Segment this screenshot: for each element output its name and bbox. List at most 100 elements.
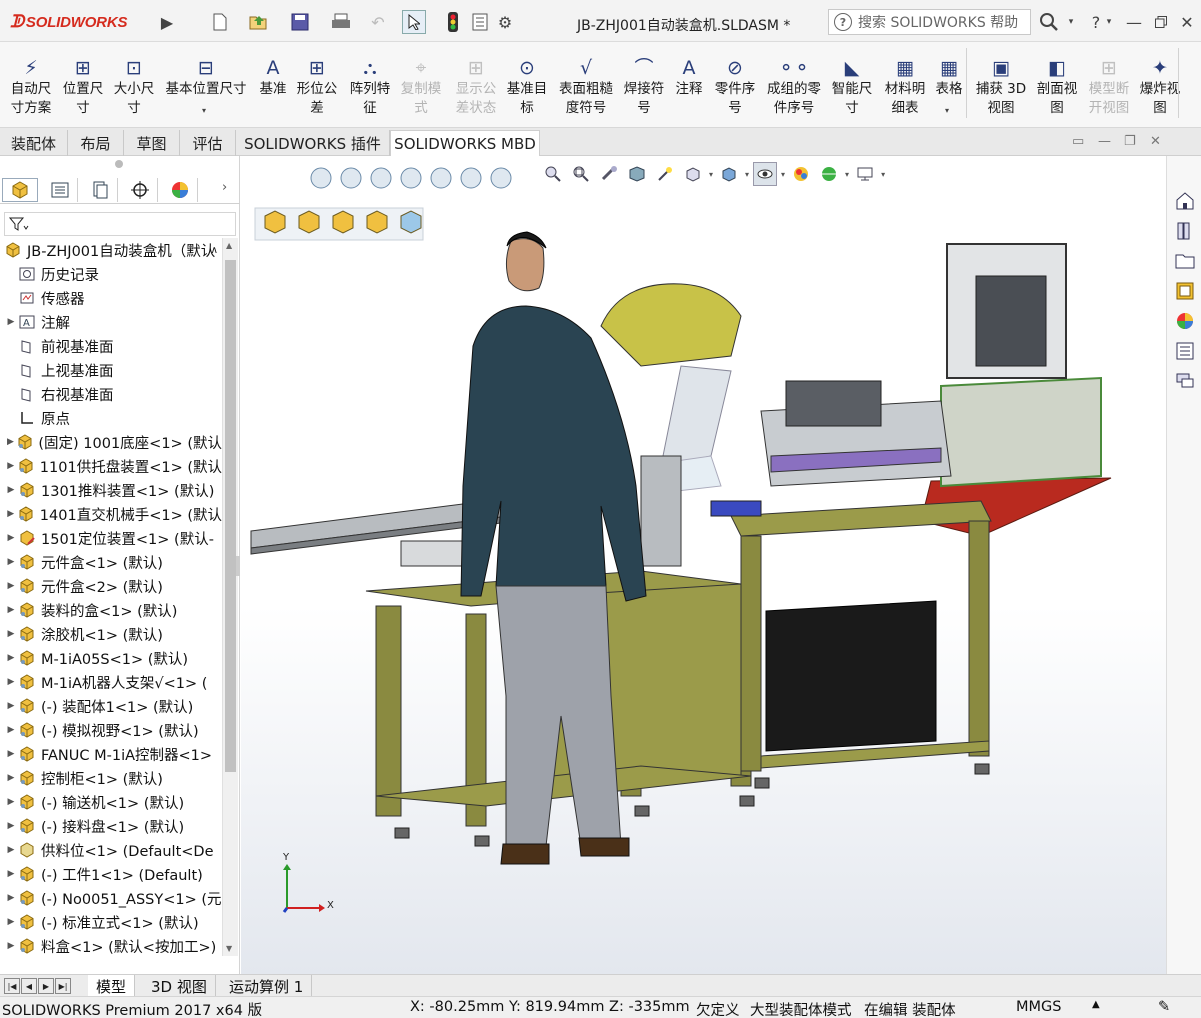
toolbar-dropdown-icon[interactable]: ▾ (202, 106, 206, 115)
tab-3d-view[interactable]: 3D 视图 (143, 975, 216, 997)
tree-item[interactable]: ▶ 1301推料装置<1> (默认) (0, 478, 222, 502)
tree-item[interactable]: ▶ 1501定位装置<1> (默认- (0, 526, 222, 550)
expand-arrow-icon[interactable]: ▶ (4, 749, 18, 759)
help-button[interactable]: ? (1088, 10, 1104, 34)
expand-arrow-icon[interactable]: ▶ (4, 821, 18, 831)
appearances-scenes-icon[interactable] (1172, 308, 1198, 334)
dimxpertmanager-icon[interactable] (122, 178, 158, 202)
tree-item[interactable]: 传感器 (0, 286, 222, 310)
minimize-icon[interactable]: — (1123, 10, 1145, 34)
undo-icon[interactable]: ↶ (364, 10, 392, 34)
expand-arrow-icon[interactable]: ▶ (4, 845, 18, 855)
tree-item[interactable]: ▶ M-1iA机器人支架√<1> ( (0, 670, 222, 694)
toolbar-button-smart-dimension[interactable]: ◣ 智能尺 寸 (826, 42, 878, 128)
tree-item[interactable]: ▶ (-) 装配体1<1> (默认) (0, 694, 222, 718)
toolbar-button-table[interactable]: ▦ 表格 (930, 42, 968, 128)
toolbar-button-show-tolerance-status[interactable]: ⊞ 显示公 差状态 (448, 42, 504, 128)
tree-item[interactable]: ▶ 装料的盒<1> (默认) (0, 598, 222, 622)
tab-layout[interactable]: 布局 (68, 130, 124, 156)
expand-arrow-icon[interactable]: ▶ (4, 725, 18, 735)
expand-arrow-icon[interactable]: ▶ (4, 437, 17, 447)
new-document-icon[interactable] (208, 10, 232, 34)
tree-item[interactable]: ▶ (-) 模拟视野<1> (默认) (0, 718, 222, 742)
expand-arrow-icon[interactable]: ▶ (4, 509, 17, 519)
panel-grip-icon[interactable] (115, 160, 123, 168)
solidworks-forum-icon[interactable] (1172, 368, 1198, 394)
tab-mbd[interactable]: SOLIDWORKS MBD (390, 130, 540, 156)
displaymanager-icon[interactable] (162, 178, 198, 202)
toolbar-button-pattern-feature[interactable]: ⛬ 阵列特 征 (344, 42, 396, 128)
tab-sketch[interactable]: 草图 (124, 130, 180, 156)
expand-arrow-icon[interactable]: ▶ (4, 485, 18, 495)
tree-item[interactable]: ▶ 涂胶机<1> (默认) (0, 622, 222, 646)
view-palette-icon[interactable] (1172, 278, 1198, 304)
expand-arrow-icon[interactable]: ▶ (4, 557, 18, 567)
expand-arrow-icon[interactable]: ▶ (4, 797, 18, 807)
expand-arrow-icon[interactable]: ▶ (4, 629, 18, 639)
file-explorer-icon[interactable] (1172, 248, 1198, 274)
custom-properties-icon[interactable] (1172, 338, 1198, 364)
toolbar-button-geometric-tolerance[interactable]: ⊞ 形位公 差 (292, 42, 342, 128)
solidworks-logo[interactable]: ᗫ SOLIDWORKS (10, 12, 127, 32)
toolbar-button-datum[interactable]: A 基准 (254, 42, 292, 128)
tree-item[interactable]: ▶ 1401直交机械手<1> (默认 (0, 502, 222, 526)
toolbar-button-section-view[interactable]: ◧ 剖面视 图 (1032, 42, 1082, 128)
viewport-minimize-icon[interactable]: — (1098, 134, 1111, 149)
help-search-input[interactable]: ? 搜索 SOLIDWORKS 帮助 (828, 9, 1031, 35)
expand-arrow-icon[interactable]: ▶ (4, 941, 18, 951)
toolbar-button-weld-symbol[interactable]: ⌒ 焊接符 号 (620, 42, 668, 128)
prev-tab-icon[interactable]: ◀ (21, 978, 37, 994)
toolbar-button-bom[interactable]: ▦ 材料明 细表 (878, 42, 932, 128)
solidworks-resources-icon[interactable] (1172, 188, 1198, 214)
tree-item[interactable]: ▶ 元件盒<1> (默认) (0, 550, 222, 574)
save-icon[interactable] (285, 10, 315, 34)
tab-addins[interactable]: SOLIDWORKS 插件 (236, 130, 390, 156)
search-icon[interactable] (1036, 10, 1062, 34)
panel-tabs-next-icon[interactable]: › (222, 180, 227, 195)
scroll-down-icon[interactable]: ▼ (226, 944, 232, 953)
design-library-icon[interactable] (1172, 218, 1198, 244)
tree-item[interactable]: ▶ M-1iA05S<1> (默认) (0, 646, 222, 670)
tree-filter-input[interactable] (4, 212, 236, 236)
tree-item[interactable]: ▶ 1101供托盘装置<1> (默认 (0, 454, 222, 478)
toolbar-button-datum-target[interactable]: ⊙ 基准目 标 (502, 42, 552, 128)
expand-arrow-icon[interactable]: ▶ (4, 869, 18, 879)
toolbar-dropdown-icon[interactable]: ▾ (945, 106, 949, 115)
expand-arrow-icon[interactable]: ▶ (4, 917, 18, 927)
expand-arrow-icon[interactable]: ▶ (4, 701, 18, 711)
tree-scrollbar[interactable]: ▲ ▼ (222, 238, 238, 956)
tree-root-assembly[interactable]: JB-ZHJ001自动装盒机（默认 ∧ (0, 238, 222, 262)
last-tab-icon[interactable]: ▶| (55, 978, 71, 994)
tree-item[interactable]: 前视基准面 (0, 334, 222, 358)
expand-arrow-icon[interactable]: ▶ (4, 605, 18, 615)
toolbar-button-balloon[interactable]: ⊘ 零件序 号 (709, 42, 761, 128)
featuremanager-tree-icon[interactable] (2, 178, 38, 202)
toolbar-button-note[interactable]: A 注释 (668, 42, 710, 128)
expand-menu-icon[interactable]: ▶ (160, 10, 174, 34)
panel-splitter[interactable] (236, 556, 240, 576)
expand-arrow-icon[interactable]: ▶ (4, 581, 18, 591)
tree-item[interactable]: 原点 (0, 406, 222, 430)
tree-item[interactable]: ▶ (固定) 1001底座<1> (默认 (0, 430, 222, 454)
tab-motion-study-1[interactable]: 运动算例 1 (221, 975, 313, 997)
expand-arrow-icon[interactable]: ▶ (4, 533, 18, 543)
tree-item[interactable]: ▶ 元件盒<2> (默认) (0, 574, 222, 598)
toolbar-button-model-break-view[interactable]: ⊞ 模型断 开视图 (1084, 42, 1134, 128)
toolbar-button-capture-3d-view[interactable]: ▣ 捕获 3D 视图 (972, 42, 1030, 128)
tree-item[interactable]: ▶ (-) 标准立式<1> (默认) (0, 910, 222, 934)
expand-arrow-icon[interactable]: ▶ (4, 461, 17, 471)
tree-root-collapse-icon[interactable]: ∧ (211, 245, 218, 256)
expand-arrow-icon[interactable]: ▶ (4, 893, 18, 903)
expand-arrow-icon[interactable]: ▶ (4, 677, 18, 687)
scroll-up-icon[interactable]: ▲ (226, 241, 232, 250)
restore-icon[interactable] (1150, 10, 1172, 34)
open-document-icon[interactable] (244, 10, 274, 34)
tree-item[interactable]: ▶ 控制柜<1> (默认) (0, 766, 222, 790)
file-properties-icon[interactable] (470, 10, 490, 34)
tab-model[interactable]: 模型 (88, 975, 136, 997)
toolbar-button-auto-dimension-scheme[interactable]: ⚡ 自动尺 寸方案 (5, 42, 57, 128)
viewport-close-icon[interactable]: ✕ (1150, 134, 1161, 149)
tree-item[interactable]: ▶ A 注解 (0, 310, 222, 334)
graphics-area[interactable]: ▾ ▾ ▾ ▾ ▾ Y X (241, 156, 1166, 974)
next-tab-icon[interactable]: ▶ (38, 978, 54, 994)
